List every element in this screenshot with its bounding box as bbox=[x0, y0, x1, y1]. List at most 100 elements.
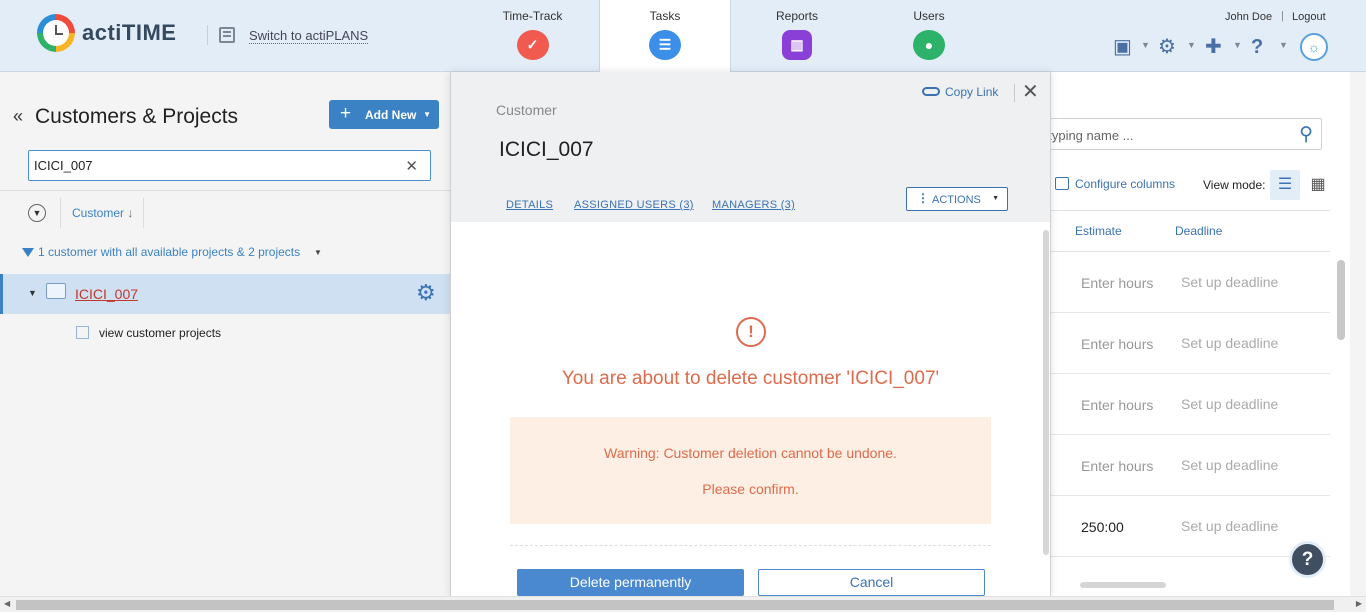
nav-tab-label: Users bbox=[913, 9, 945, 23]
expand-all-icon[interactable]: ▼ bbox=[28, 204, 46, 222]
table-horizontal-scrollbar[interactable] bbox=[1080, 582, 1166, 588]
divider bbox=[60, 198, 61, 228]
filter-summary[interactable]: 1 customer with all available projects &… bbox=[22, 245, 300, 259]
page-horizontal-scrollbar[interactable]: ◀ ▶ bbox=[0, 596, 1366, 612]
actiplans-icon[interactable] bbox=[219, 27, 235, 43]
confirm-message: Please confirm. bbox=[702, 481, 799, 497]
scroll-left-icon[interactable]: ◀ bbox=[4, 599, 10, 608]
list-view-icon[interactable]: ☰ bbox=[1270, 170, 1300, 200]
customer-name-link[interactable]: ICICI_007 bbox=[75, 286, 138, 302]
task-search-field[interactable]: t typing name ... ⚲ bbox=[1030, 118, 1322, 150]
copy-link-label: Copy Link bbox=[945, 85, 999, 99]
nav-tab-users[interactable]: Users ● bbox=[863, 0, 995, 72]
user-name[interactable]: John Doe bbox=[1225, 11, 1272, 23]
table-row: Enter hours Set up deadline bbox=[1050, 252, 1330, 313]
chevron-down-icon[interactable]: ▼ bbox=[1279, 40, 1288, 50]
scroll-right-icon[interactable]: ▶ bbox=[1356, 599, 1362, 608]
table-row: Enter hours Set up deadline bbox=[1050, 313, 1330, 374]
actions-button[interactable]: ⋮ ACTIONS ▼ bbox=[906, 187, 1008, 211]
filter-icon bbox=[22, 248, 34, 257]
nav-tab-tasks[interactable]: Tasks ☰ bbox=[599, 0, 731, 73]
estimate-cell[interactable]: Enter hours bbox=[1081, 397, 1153, 413]
table-header: Estimate Deadline bbox=[1050, 210, 1330, 252]
customer-details-panel: Copy Link ✕ Customer ICICI_007 DETAILS A… bbox=[450, 72, 1051, 596]
deadline-cell[interactable]: Set up deadline bbox=[1181, 457, 1278, 473]
gear-icon[interactable]: ⚙ bbox=[416, 281, 436, 305]
configure-columns-label: Configure columns bbox=[1075, 177, 1176, 191]
switch-to-actiplans-link[interactable]: Switch to actiPLANS bbox=[249, 28, 369, 44]
configure-columns-button[interactable]: Configure columns bbox=[1055, 177, 1175, 191]
chevron-down-icon[interactable]: ▼ bbox=[1187, 40, 1196, 50]
tab-details[interactable]: DETAILS bbox=[506, 199, 553, 211]
delete-permanently-button[interactable]: Delete permanently bbox=[517, 569, 744, 596]
add-new-label: Add New bbox=[365, 108, 417, 122]
panel-scrollbar[interactable] bbox=[1043, 230, 1049, 555]
filter-text: 1 customer with all available projects &… bbox=[38, 245, 301, 259]
more-vertical-icon: ⋮ bbox=[917, 191, 929, 205]
estimate-cell[interactable]: 250:00 bbox=[1081, 519, 1124, 535]
sort-by-customer[interactable]: Customer ↓ bbox=[72, 206, 133, 220]
table-row: Enter hours Set up deadline bbox=[1050, 435, 1330, 496]
copy-link-button[interactable]: Copy Link bbox=[922, 85, 998, 99]
chevron-down-icon[interactable]: ▼ bbox=[1233, 40, 1242, 50]
estimate-cell[interactable]: Enter hours bbox=[1081, 458, 1153, 474]
view-mode-label: View mode: bbox=[1203, 178, 1266, 192]
chevron-down-icon[interactable]: ▼ bbox=[1141, 40, 1150, 50]
deadline-cell[interactable]: Set up deadline bbox=[1181, 396, 1278, 412]
tree-row-customer[interactable]: ▼ ICICI_007 ⚙ bbox=[0, 274, 450, 314]
top-header: actiTIME Switch to actiPLANS Time-Track … bbox=[0, 0, 1366, 73]
vertical-scrollbar-thumb[interactable] bbox=[1337, 260, 1345, 340]
deadline-cell[interactable]: Set up deadline bbox=[1181, 518, 1278, 534]
panel-title: Customers & Projects bbox=[35, 105, 239, 128]
sub-item-label: view customer projects bbox=[99, 326, 222, 340]
collapse-panel-icon[interactable]: « bbox=[13, 106, 23, 127]
task-search-placeholder: t typing name ... bbox=[1041, 128, 1134, 143]
calendar-icon bbox=[76, 326, 89, 339]
calendar-icon[interactable]: ▣ bbox=[1113, 36, 1135, 58]
logo-hand bbox=[55, 33, 63, 35]
column-header-estimate[interactable]: Estimate bbox=[1075, 224, 1122, 238]
estimate-cell[interactable]: Enter hours bbox=[1081, 336, 1153, 352]
estimate-cell[interactable]: Enter hours bbox=[1081, 275, 1153, 291]
chevron-down-icon: ▼ bbox=[992, 195, 999, 202]
cancel-button[interactable]: Cancel bbox=[758, 569, 985, 596]
divider bbox=[143, 198, 144, 228]
customer-search-field[interactable]: ✕ bbox=[28, 150, 431, 181]
brand-name[interactable]: actiTIME bbox=[82, 20, 176, 46]
nav-tab-time-track[interactable]: Time-Track ✓ bbox=[466, 0, 599, 72]
divider bbox=[1014, 84, 1015, 102]
panel-header: Copy Link ✕ Customer ICICI_007 DETAILS A… bbox=[451, 72, 1050, 222]
help-icon[interactable]: ? bbox=[1251, 36, 1273, 58]
logout-link[interactable]: Logout bbox=[1292, 11, 1326, 23]
vertical-scrollbar-track[interactable] bbox=[1350, 72, 1366, 596]
scrollbar-thumb[interactable] bbox=[16, 600, 1334, 610]
clear-search-icon[interactable]: ✕ bbox=[405, 157, 418, 175]
chevron-down-icon[interactable]: ▼ bbox=[423, 110, 431, 119]
sort-down-icon: ↓ bbox=[127, 206, 134, 220]
close-icon[interactable]: ✕ bbox=[1022, 81, 1039, 103]
gear-icon[interactable]: ⚙ bbox=[1158, 36, 1180, 58]
tree-row-sub-item[interactable]: view customer projects bbox=[76, 326, 221, 340]
chevron-down-icon[interactable]: ▼ bbox=[314, 248, 322, 257]
actions-label: ACTIONS bbox=[932, 194, 981, 206]
customer-search-input[interactable] bbox=[34, 158, 394, 173]
entity-name[interactable]: ICICI_007 bbox=[499, 138, 594, 162]
column-header-deadline[interactable]: Deadline bbox=[1175, 224, 1222, 238]
puzzle-icon[interactable]: ✚ bbox=[1205, 36, 1227, 58]
tab-assigned-users[interactable]: ASSIGNED USERS (3) bbox=[574, 199, 694, 211]
deadline-cell[interactable]: Set up deadline bbox=[1181, 335, 1278, 351]
collapse-triangle-icon[interactable]: ▼ bbox=[28, 288, 37, 298]
tab-managers[interactable]: MANAGERS (3) bbox=[712, 199, 795, 211]
plus-icon: + bbox=[340, 103, 352, 124]
nav-tab-reports[interactable]: Reports ▥ bbox=[731, 0, 863, 72]
deadline-cell[interactable]: Set up deadline bbox=[1181, 274, 1278, 290]
sort-column-label: Customer bbox=[72, 206, 125, 220]
help-button[interactable]: ? bbox=[1289, 541, 1326, 578]
bar-chart-icon: ▥ bbox=[782, 30, 812, 60]
search-icon[interactable]: ⚲ bbox=[1299, 123, 1313, 146]
user-icon: ● bbox=[913, 30, 945, 60]
warning-message: Warning: Customer deletion cannot be und… bbox=[604, 445, 897, 461]
lightbulb-icon[interactable]: ☼ bbox=[1300, 33, 1328, 61]
add-new-button[interactable]: + Add New ▼ bbox=[329, 100, 439, 129]
grid-view-icon[interactable]: ▦ bbox=[1303, 170, 1333, 200]
